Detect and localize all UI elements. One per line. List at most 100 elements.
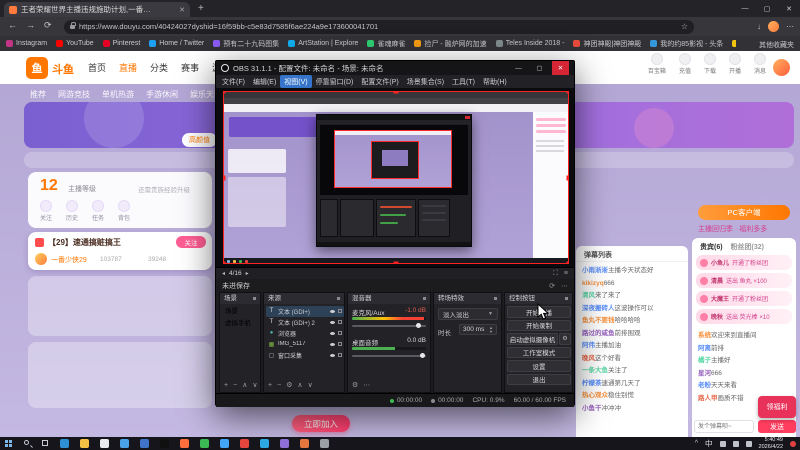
level-shortcut[interactable]: 任务 (92, 200, 104, 222)
taskbar-app-icon[interactable] (120, 439, 129, 448)
nav-item[interactable]: 分类 (150, 61, 168, 74)
volume-icon[interactable] (732, 440, 739, 447)
chat-username[interactable]: 晚风 (582, 355, 595, 362)
lock-source-icon[interactable] (338, 353, 342, 358)
scene-item[interactable]: 场景 (222, 306, 260, 317)
gift-row[interactable]: 清晨 送出 鱼丸 ×100 (696, 273, 792, 288)
taskbar-app-icon[interactable] (100, 439, 109, 448)
taskbar-app-icon[interactable] (80, 439, 89, 448)
volume-slider[interactable] (352, 323, 426, 328)
bookmark-item[interactable]: Teles Inside 2018 - (495, 40, 564, 47)
taskbar-app-icon[interactable] (320, 439, 329, 448)
join-button[interactable]: 立即加入 (292, 415, 350, 432)
header-action[interactable]: 下载 (703, 53, 716, 75)
sources-dock-title[interactable]: 来源 (264, 293, 344, 304)
vip-tab[interactable]: 贵宾(6) (700, 242, 723, 252)
close-button[interactable]: ✕ (778, 0, 800, 17)
header-action[interactable]: 消息 (753, 53, 766, 75)
obs-minimize-button[interactable]: — (510, 61, 527, 75)
taskbar-app-icon[interactable] (60, 439, 69, 448)
chat-username[interactable]: 橘子 (698, 357, 711, 364)
lock-source-icon[interactable] (338, 309, 342, 314)
obs-menu-item[interactable]: 文件(F) (218, 75, 249, 88)
chat-username[interactable]: kikizyq (582, 280, 604, 287)
chat-username[interactable]: 老粉 (698, 382, 711, 389)
source-down-icon[interactable]: ∨ (308, 382, 313, 390)
follow-button[interactable]: 关注 (176, 236, 206, 248)
spinner-arrows-icon[interactable]: ▲ ▼ (489, 326, 493, 333)
selection-handle[interactable] (393, 261, 399, 264)
send-button[interactable]: 发送 (758, 420, 796, 433)
battery-icon[interactable] (745, 440, 752, 447)
banner-pill[interactable]: 高颜值 (182, 133, 217, 147)
tray-expand-icon[interactable]: ^ (695, 440, 698, 447)
header-action[interactable]: 开播 (728, 53, 741, 75)
bookmark-item[interactable]: YouTube (56, 40, 94, 47)
category-tab[interactable]: 推荐 (30, 89, 46, 100)
browser-tab[interactable]: 王者荣耀世界主播违规施助计划,一番… ✕ (4, 2, 190, 17)
minimize-button[interactable]: — (734, 0, 756, 17)
visibility-eye-icon[interactable] (330, 342, 335, 346)
add-scene-icon[interactable]: + (224, 382, 228, 390)
scene-down-icon[interactable]: ∨ (252, 382, 257, 390)
gift-row[interactable]: 大魔王 开通了粉丝团 (696, 291, 792, 306)
lock-source-icon[interactable] (338, 331, 342, 336)
start-recording-button[interactable]: 开始录制 (507, 319, 571, 331)
address-bar[interactable]: https://www.douyu.com/40424027dyshid=16f… (64, 19, 694, 34)
selection-handle[interactable] (393, 91, 399, 94)
volume-slider[interactable] (352, 353, 426, 358)
chat-username[interactable]: 路人甲 (698, 395, 718, 402)
virtual-camera-button[interactable]: 启动虚拟摄像机 (507, 333, 558, 345)
scene-up-icon[interactable]: ∧ (242, 382, 247, 390)
bookmark-item[interactable]: 雀魂麻雀 (367, 39, 405, 49)
taskbar-app-icon[interactable] (160, 439, 169, 448)
source-item[interactable]: ● 浏览器 (266, 328, 344, 339)
source-properties-icon[interactable]: ⚙ (286, 382, 292, 390)
profile-avatar[interactable] (768, 21, 779, 32)
transition-select[interactable]: 淡入淡出 ▼ (438, 308, 498, 320)
chat-username[interactable]: 阿伟 (582, 342, 595, 349)
more-dock-icon[interactable]: ⋯ (561, 282, 568, 290)
selection-handle[interactable] (566, 175, 569, 180)
source-item[interactable]: ▢ 窗口采集 (266, 350, 344, 361)
bookmark-item[interactable]: Pinterest (102, 40, 140, 47)
bookmark-item[interactable]: 神团神殿|神团神殿 (573, 39, 641, 49)
visibility-eye-icon[interactable] (330, 320, 335, 324)
new-tab-button[interactable]: + (198, 3, 204, 14)
add-source-icon[interactable]: + (268, 382, 272, 390)
remove-scene-icon[interactable]: − (233, 382, 237, 390)
mixer-settings-icon[interactable]: ⚙ (352, 382, 358, 390)
visibility-eye-icon[interactable] (330, 353, 335, 357)
header-action[interactable]: 充值 (678, 53, 691, 75)
chat-username[interactable]: 阿离 (698, 345, 711, 352)
scene-item[interactable]: 虚拟手机 (222, 318, 260, 329)
nav-item[interactable]: 赛事 (181, 61, 199, 74)
forward-icon[interactable]: → (26, 20, 35, 30)
bookmark-item[interactable]: 捡尸 - 融炉网的加速 (414, 39, 487, 49)
chat-username[interactable]: 清风 (582, 292, 595, 299)
header-action[interactable]: 百宝箱 (648, 53, 666, 75)
dock-pin-icon[interactable] (565, 297, 568, 300)
taskbar-clock[interactable]: 5:40:49 2026/4/22 (759, 437, 783, 449)
downloads-icon[interactable]: ↓ (757, 22, 761, 31)
source-item[interactable]: ▦ IMG_5117 (266, 339, 344, 350)
chat-username[interactable]: 一条大鱼 (582, 367, 608, 374)
mixer-more-icon[interactable]: ⋯ (363, 382, 370, 390)
chat-username[interactable]: 小雨淅淅 (582, 267, 608, 274)
selection-handle[interactable] (566, 261, 569, 264)
taskbar-app-icon[interactable] (280, 439, 289, 448)
streamer-avatar[interactable] (35, 253, 47, 265)
dock-pin-icon[interactable] (423, 297, 426, 300)
bookmark-item[interactable]: 我的约85影视 - 头条 (650, 39, 723, 49)
list-icon[interactable]: ≡ (564, 270, 568, 278)
preview-capture[interactable] (223, 91, 569, 264)
bookmark-item[interactable]: 预有二十九码图集 (213, 39, 279, 49)
streamer-name[interactable]: 一番少侠29 (51, 255, 87, 265)
chat-input[interactable] (694, 420, 754, 433)
tab-close-icon[interactable]: ✕ (179, 6, 185, 14)
category-tab[interactable]: 单机热游 (102, 89, 134, 100)
visibility-eye-icon[interactable] (330, 309, 335, 313)
visibility-eye-icon[interactable] (330, 331, 335, 335)
chat-message-list[interactable]: 小雨淅淅主播今天状态好 kikizyq666 清风来了来了 深夜搬砖人这波操作可… (582, 265, 684, 415)
promo-widget[interactable]: 领福利 (758, 396, 796, 418)
